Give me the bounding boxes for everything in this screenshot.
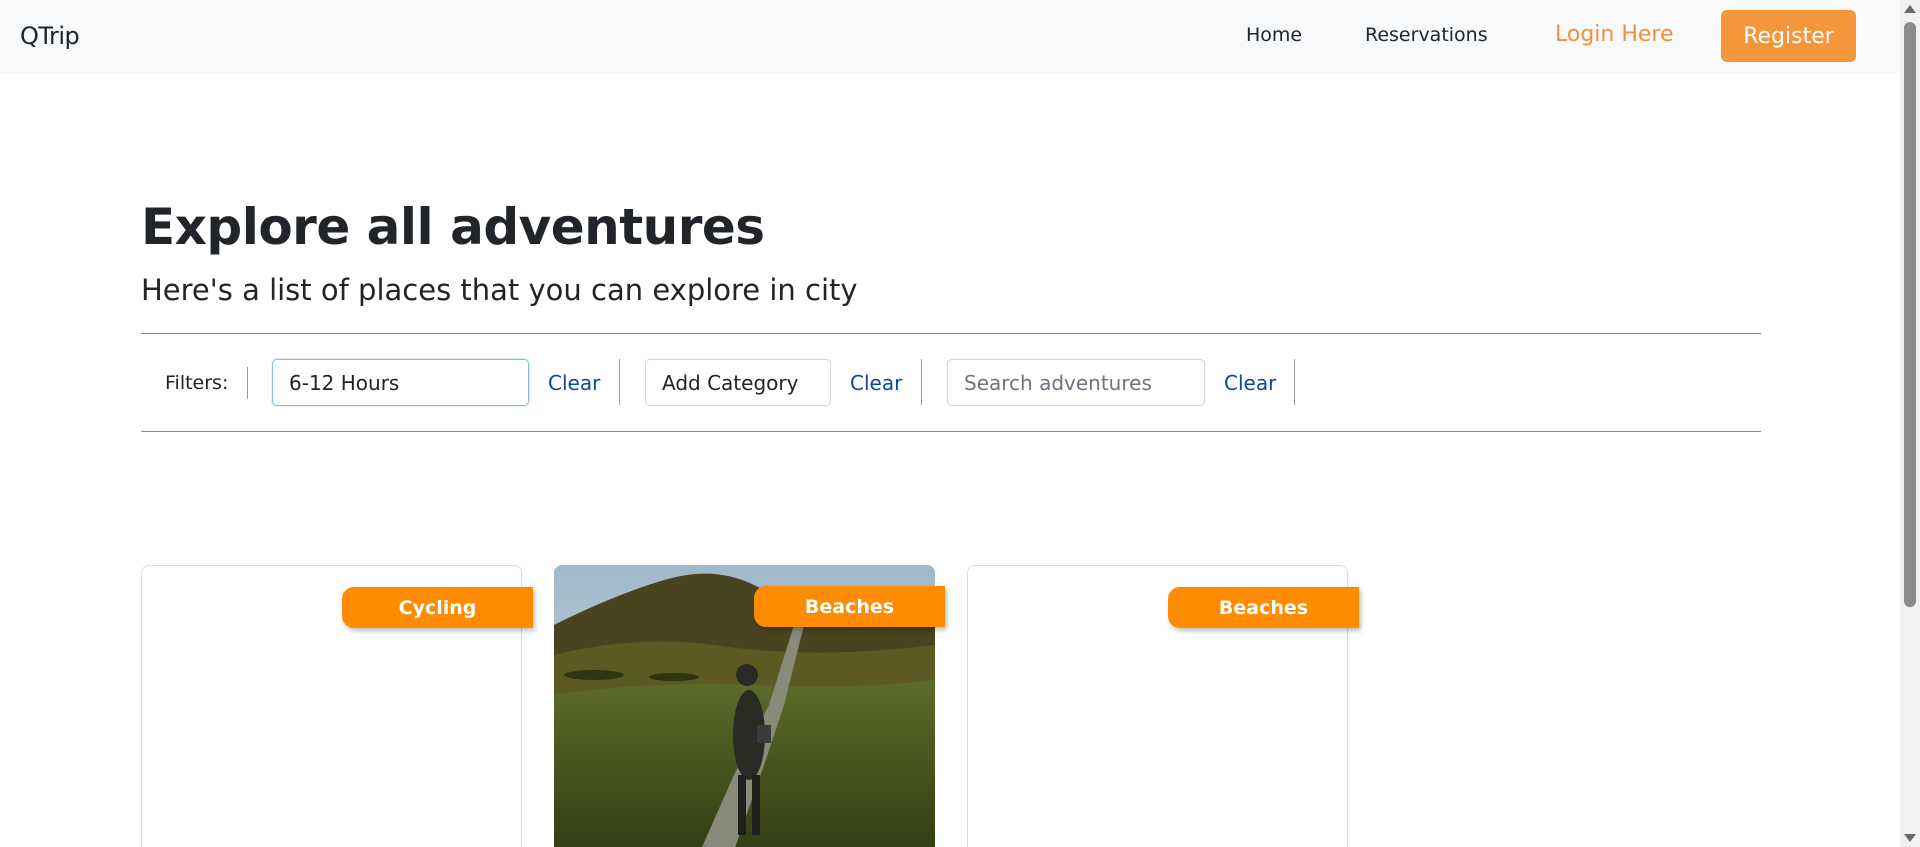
- filter-separator: [619, 359, 620, 405]
- filters-label: Filters:: [165, 372, 229, 394]
- filter-separator: [247, 367, 248, 399]
- navbar: QTrip Home Reservations Login Here Regis…: [0, 0, 1900, 73]
- divider-bottom: [141, 431, 1761, 432]
- category-badge: Beaches: [754, 586, 945, 627]
- search-input[interactable]: Search adventures: [947, 359, 1205, 406]
- adventure-card[interactable]: Beaches: [967, 565, 1359, 847]
- login-link[interactable]: Login Here: [1555, 22, 1674, 47]
- adventure-card[interactable]: Cycling: [141, 565, 533, 847]
- filter-separator: [1294, 359, 1295, 405]
- scroll-down-arrow-icon[interactable]: [1904, 834, 1916, 842]
- divider-top: [141, 333, 1761, 334]
- clear-category-link[interactable]: Clear: [850, 371, 902, 395]
- register-button[interactable]: Register: [1721, 10, 1856, 62]
- duration-select[interactable]: 6-12 Hours: [272, 359, 529, 406]
- category-badge: Beaches: [1168, 587, 1359, 628]
- page-scrollbar[interactable]: [1900, 0, 1920, 847]
- clear-duration-link[interactable]: Clear: [548, 371, 600, 395]
- brand-logo[interactable]: QTrip: [20, 22, 80, 50]
- clear-search-link[interactable]: Clear: [1224, 371, 1276, 395]
- category-select[interactable]: Add Category: [645, 359, 831, 406]
- scroll-thumb[interactable]: [1904, 22, 1916, 607]
- nav-reservations-link[interactable]: Reservations: [1365, 24, 1488, 46]
- nav-home-link[interactable]: Home: [1246, 24, 1302, 46]
- page-title: Explore all adventures: [141, 198, 765, 256]
- page-subtitle: Here's a list of places that you can exp…: [141, 273, 858, 307]
- adventure-card[interactable]: Beaches: [554, 565, 945, 847]
- category-badge: Cycling: [342, 587, 533, 628]
- filter-separator: [921, 359, 922, 405]
- scroll-up-arrow-icon[interactable]: [1904, 5, 1916, 13]
